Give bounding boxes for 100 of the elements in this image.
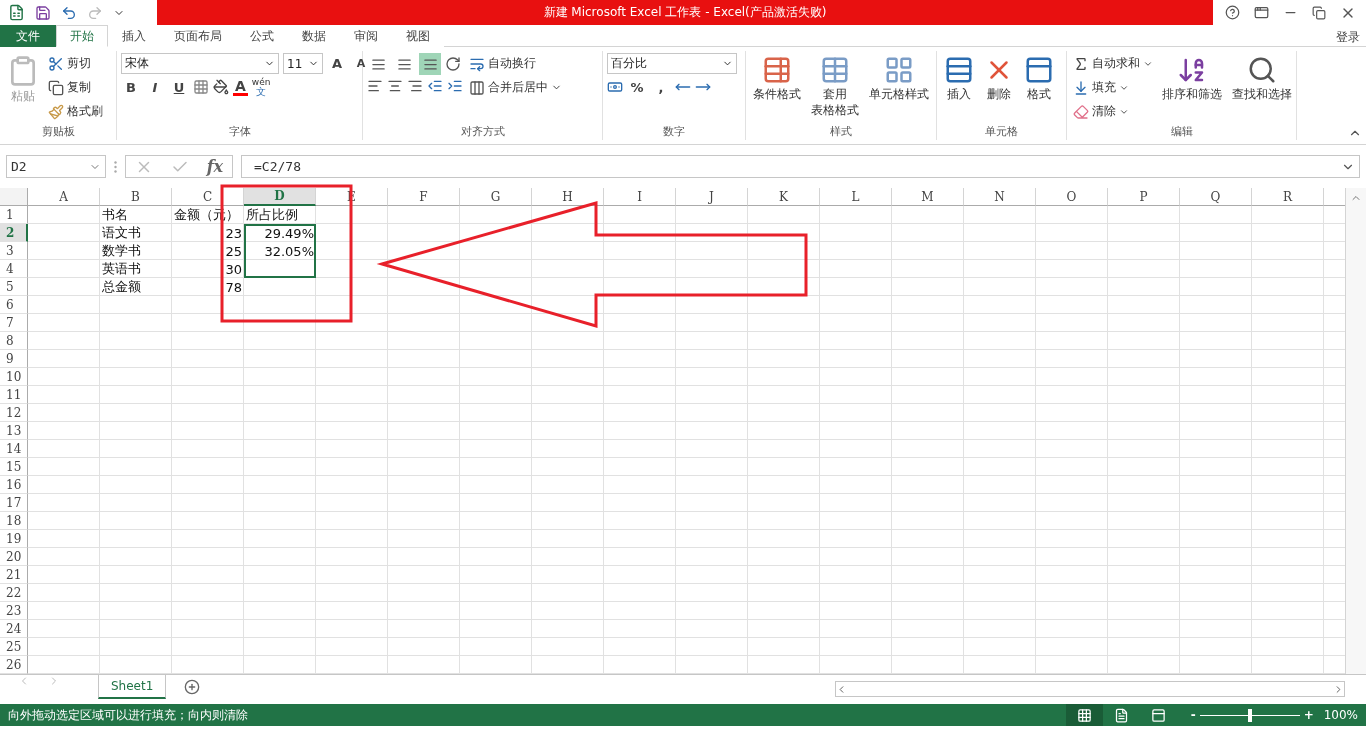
table-cell-text: 书名 [101, 206, 129, 224]
orientation-icon[interactable] [445, 56, 461, 72]
fill-color-icon[interactable] [213, 79, 229, 95]
column-header[interactable]: F [388, 188, 460, 206]
sheet-tab[interactable]: Sheet1 [98, 675, 167, 699]
column-header[interactable]: J [676, 188, 748, 206]
cell-styles-button[interactable]: 单元格样式 [866, 53, 932, 122]
align-lines-icon [370, 56, 386, 72]
help-icon[interactable] [1225, 5, 1240, 20]
down-arrow-icon [1073, 79, 1089, 96]
align-left-icon[interactable] [367, 78, 383, 94]
column-header[interactable]: N [964, 188, 1036, 206]
normal-view-button[interactable] [1065, 704, 1103, 726]
column-header[interactable]: R [1252, 188, 1324, 206]
table-cell-text: 语文书 [101, 224, 142, 242]
font-name-field[interactable]: 宋体 [121, 53, 279, 74]
zoom-slider-thumb[interactable] [1247, 708, 1252, 722]
search-icon [1247, 55, 1277, 85]
drag-handle-icon[interactable] [114, 160, 117, 173]
align-center-icon[interactable] [387, 78, 403, 94]
panel-icon [1024, 55, 1054, 85]
sigma-icon [1073, 55, 1089, 72]
table-cell-text: 数学书 [101, 242, 142, 260]
save-icon[interactable] [35, 4, 51, 21]
group-label: 字体 [227, 124, 252, 140]
underline-button[interactable]: U [169, 77, 189, 97]
excel-logo-icon [8, 4, 25, 21]
phonetic-button[interactable]: wén 文 [251, 78, 271, 96]
grow-font-button[interactable]: A [327, 53, 347, 74]
zoom-in-button[interactable]: + [1303, 708, 1314, 722]
cut-button[interactable]: 剪切 [46, 53, 105, 74]
shrink-font-button[interactable]: A [351, 53, 371, 74]
column-header[interactable]: A [28, 188, 100, 206]
column-header[interactable]: M [892, 188, 964, 206]
conditional-format-button[interactable]: 条件格式 [750, 53, 804, 122]
restore-icon[interactable] [1312, 5, 1326, 20]
formula-field[interactable]: =C2/78 [241, 155, 1360, 178]
format-cells-button[interactable]: 格式 [1021, 53, 1057, 122]
ribbon-tab[interactable]: 开始 [56, 25, 108, 47]
bold-button[interactable]: B [121, 77, 141, 97]
italic-button[interactable]: I [145, 77, 165, 97]
wrap-text-button[interactable]: 自动换行 [467, 53, 564, 74]
table-cell-text: 总金额 [101, 278, 142, 296]
column-header[interactable]: D [244, 188, 316, 206]
new-sheet-icon[interactable] [184, 679, 201, 695]
sort-filter-button[interactable]: 排序和筛选 [1159, 53, 1225, 122]
increase-indent-icon[interactable] [447, 78, 463, 94]
number-format-field[interactable]: 百分比 [607, 53, 737, 74]
vertical-scrollbar[interactable] [1345, 188, 1366, 674]
column-header[interactable]: O [1036, 188, 1108, 206]
align-right-icon[interactable] [407, 78, 423, 94]
comma-button[interactable]: , [651, 77, 671, 97]
font-size-field[interactable]: 11 [283, 53, 323, 74]
merge-center-button[interactable]: 合并后居中 [467, 77, 564, 98]
column-header[interactable]: L [820, 188, 892, 206]
align-lines-icon [422, 56, 438, 72]
ribbon-display-icon[interactable] [1254, 5, 1269, 20]
column-header[interactable]: H [532, 188, 604, 206]
percent-button[interactable]: % [627, 77, 647, 97]
column-header[interactable]: P [1108, 188, 1180, 206]
format-painter-button[interactable]: 格式刷 [46, 101, 105, 122]
group-label: 剪贴板 [40, 124, 76, 140]
clear-button[interactable]: 清除 [1071, 101, 1155, 122]
table-cell: 29.49% [244, 224, 316, 242]
copy-button[interactable]: 复制 [46, 77, 105, 98]
name-box[interactable]: D2 [6, 155, 106, 178]
horizontal-scrollbar[interactable] [835, 681, 1345, 697]
column-header[interactable]: B [100, 188, 172, 206]
decrease-indent-icon[interactable] [427, 78, 443, 94]
column-header[interactable]: I [604, 188, 676, 206]
zoom-out-button[interactable]: - [1190, 708, 1196, 722]
autosum-button[interactable]: 自动求和 [1071, 53, 1155, 74]
vertical-align-button[interactable] [419, 53, 441, 75]
column-header[interactable]: C [172, 188, 244, 206]
copy-icon [48, 79, 64, 96]
panel-icon [1150, 707, 1166, 723]
page-icon [1113, 707, 1129, 723]
zoom-level[interactable]: 100% [1313, 708, 1366, 722]
column-header[interactable]: G [460, 188, 532, 206]
column-header[interactable]: Q [1180, 188, 1252, 206]
undo-icon[interactable] [61, 4, 77, 21]
rows-icon [944, 55, 974, 85]
column-header[interactable]: K [748, 188, 820, 206]
insert-cells-button[interactable]: 插入 [941, 53, 977, 122]
delete-cells-button[interactable]: 删除 [981, 53, 1017, 122]
table-icon [762, 55, 792, 85]
format-as-table-button[interactable]: 套用 表格格式 [808, 53, 862, 122]
font-color-button[interactable]: A [233, 78, 248, 96]
find-select-button[interactable]: 查找和选择 [1229, 53, 1295, 122]
scissors-icon [48, 55, 64, 72]
grid-icon [884, 55, 914, 85]
row-header[interactable]: 2 [0, 224, 28, 242]
currency-icon[interactable] [607, 79, 623, 95]
group-label: 数字 [662, 124, 686, 140]
fill-button[interactable]: 填充 [1071, 77, 1155, 98]
table-cell-text: 78 [224, 278, 243, 296]
insert-function-button[interactable]: fx [206, 157, 224, 176]
sign-in-link[interactable]: 登录 [1336, 25, 1366, 46]
file-tab[interactable]: 文件 [0, 25, 56, 47]
group-label: 对齐方式 [459, 124, 506, 140]
